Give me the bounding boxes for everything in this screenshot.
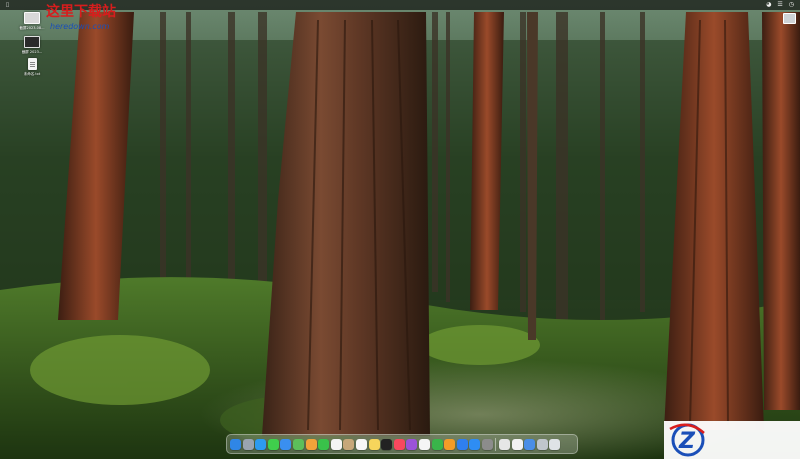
menu-bar-status: ◕ ☰ ◷ [766, 0, 794, 10]
dock-system-settings-icon[interactable] [481, 438, 493, 450]
dock-news-icon[interactable] [418, 438, 430, 450]
dock-mail-icon[interactable] [280, 438, 292, 450]
desktop-screenshot-icon[interactable] [783, 13, 796, 24]
dock-launchpad-icon[interactable] [242, 438, 254, 450]
document-icon [27, 58, 37, 70]
dock-photos-icon[interactable] [305, 438, 317, 450]
dock-maps-icon[interactable] [292, 438, 304, 450]
dock-pages-icon[interactable] [444, 438, 456, 450]
menu-bar:  ◕ ☰ ◷ [0, 0, 800, 10]
desktop-wallpaper [0, 0, 800, 459]
dock-calendar-icon[interactable] [330, 438, 342, 450]
dock-messages-icon[interactable] [267, 438, 279, 450]
watermark-subtitle: heredown.com [50, 22, 110, 31]
desktop-file-label: 截屏2023-08... [19, 26, 45, 30]
dock-preview-icon[interactable] [499, 438, 511, 450]
dock-facetime-icon[interactable] [318, 438, 330, 450]
dock-keynote-icon[interactable] [456, 438, 468, 450]
wifi-icon[interactable]: ◕ [766, 0, 771, 10]
control-center-icon[interactable]: ☰ [777, 0, 782, 10]
dock-numbers-icon[interactable] [431, 438, 443, 450]
watermark-logo: Z [664, 421, 800, 459]
svg-text:Z: Z [678, 429, 696, 454]
dock-finder-icon[interactable] [230, 438, 241, 450]
dock-downloads-stack-icon[interactable] [524, 438, 536, 450]
dock-separator [495, 437, 497, 451]
dock-documents-stack-icon[interactable] [536, 438, 548, 450]
dock-music-icon[interactable] [393, 438, 405, 450]
screenshot-thumbnail-icon [24, 12, 40, 24]
screenshot-thumbnail-icon [24, 36, 40, 48]
watermark-title: 这里下载站 [46, 4, 116, 20]
desktop-file-screenshot-1[interactable]: 截屏2023-08... [19, 12, 45, 30]
dock-contacts-icon[interactable] [343, 438, 355, 450]
clock-icon[interactable]: ◷ [789, 0, 794, 10]
dock-textedit-icon[interactable] [511, 438, 523, 450]
menu-bar-left:  [6, 0, 33, 10]
desktop-file-label: 未命名.txt [23, 72, 41, 76]
desktop-file-document[interactable]: 未命名.txt [19, 58, 45, 76]
dock-tv-icon[interactable] [381, 438, 393, 450]
desktop-file-screenshot-2[interactable]: 截屏 2023... [19, 36, 45, 54]
desktop-file-label: 截屏 2023... [21, 50, 43, 54]
dock-safari-icon[interactable] [255, 438, 267, 450]
dock-podcasts-icon[interactable] [406, 438, 418, 450]
dock-notes-icon[interactable] [368, 438, 380, 450]
dock-app-store-icon[interactable] [469, 438, 481, 450]
dock-reminders-icon[interactable] [355, 438, 367, 450]
apple-menu-icon[interactable]:  [6, 0, 9, 10]
dock-trash-icon[interactable] [549, 438, 561, 450]
dock [226, 434, 578, 454]
